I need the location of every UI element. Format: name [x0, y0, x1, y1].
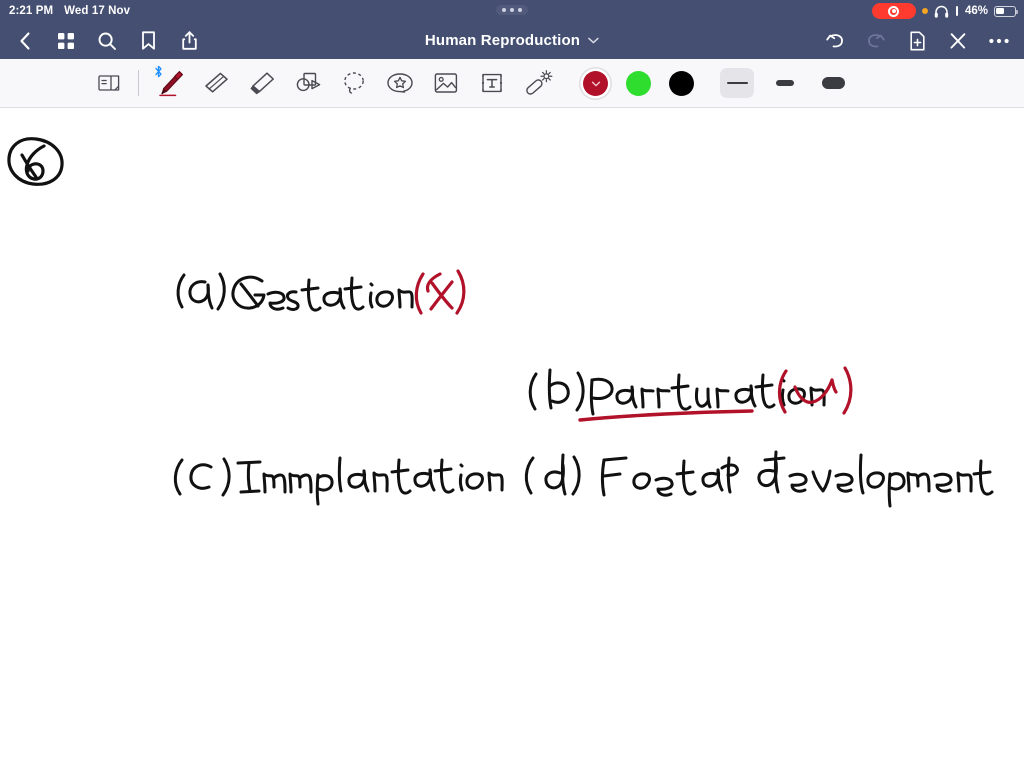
shapes-icon	[296, 72, 321, 92]
page-title: Human Reproduction	[424, 32, 581, 49]
page-card-icon	[98, 75, 120, 91]
note-canvas[interactable]: 6 (a) Gestation (b) Parturation (c) Impl…	[0, 108, 1024, 768]
redo-icon	[868, 33, 885, 47]
stroke-thick[interactable]	[816, 68, 850, 98]
star-badge-icon	[387, 73, 413, 93]
battery-icon	[994, 5, 1018, 17]
drawing-toolbar	[0, 59, 1024, 108]
record-dot	[891, 9, 896, 13]
chevron-down-icon	[588, 37, 599, 44]
bookmark-button[interactable]	[129, 24, 167, 58]
thumbnails-button[interactable]	[47, 24, 85, 58]
thick-line-icon	[821, 77, 845, 89]
status-bar: 2:21 PM Wed 17 Nov 46%	[0, 0, 1024, 22]
add-page-button[interactable]	[898, 24, 936, 58]
stroke-thin[interactable]	[720, 68, 754, 98]
headphones-icon	[934, 5, 949, 18]
pen-tool[interactable]	[147, 62, 193, 104]
magic-wand-tool[interactable]	[515, 62, 561, 104]
thin-line-icon	[726, 81, 748, 85]
sticker-tool[interactable]	[377, 62, 423, 104]
medium-line-icon	[776, 80, 794, 86]
navigation-bar: Human Reproduction	[0, 22, 1024, 59]
bluetooth-icon	[154, 65, 163, 83]
option-b-underline-ink	[578, 409, 754, 422]
highlighter-icon	[250, 72, 274, 95]
toolbar-tools	[0, 62, 850, 104]
image-icon	[434, 73, 458, 93]
chevron-down-icon	[591, 74, 600, 92]
lasso-select-tool[interactable]	[331, 62, 377, 104]
microphone-indicator-icon	[921, 8, 928, 14]
battery-fill	[996, 7, 1005, 15]
question-number-ink	[7, 137, 64, 186]
notes-app-window: 2:21 PM Wed 17 Nov 46% Human Reproductio…	[0, 0, 1024, 768]
screen-recording-icon[interactable]	[871, 3, 916, 19]
handle-dot	[502, 8, 506, 12]
text-box-icon	[481, 73, 503, 93]
bar-indicator-icon	[955, 6, 958, 16]
redo-button[interactable]	[857, 24, 895, 58]
document-title-button[interactable]: Human Reproduction	[425, 32, 599, 49]
ellipsis-icon	[989, 38, 1009, 43]
color-dark-red[interactable]	[583, 70, 608, 96]
status-date: Wed 17 Nov	[64, 5, 131, 17]
close-x-icon	[950, 32, 966, 49]
undo-icon	[826, 33, 843, 47]
back-button[interactable]	[6, 24, 44, 58]
grid-icon	[58, 32, 74, 49]
highlighter-tool[interactable]	[239, 62, 285, 104]
stroke-width-group	[720, 68, 850, 98]
close-button[interactable]	[939, 24, 977, 58]
bookmark-icon	[141, 31, 155, 50]
handle-dot	[518, 8, 522, 12]
status-time: 2:21 PM	[9, 5, 54, 17]
nav-right-group	[816, 24, 1018, 58]
nav-left-group	[0, 24, 208, 58]
multitask-handle[interactable]	[496, 5, 528, 15]
document-plus-icon	[909, 31, 925, 50]
chevron-left-icon	[20, 31, 30, 50]
share-icon	[181, 31, 197, 50]
search-icon	[98, 32, 116, 50]
color-swatches	[583, 70, 694, 96]
search-button[interactable]	[88, 24, 126, 58]
color-green[interactable]	[626, 70, 651, 96]
eraser-tool[interactable]	[193, 62, 239, 104]
page-flip-tool[interactable]	[86, 62, 132, 104]
battery-percent: 46%	[964, 5, 988, 17]
lasso-icon	[344, 72, 364, 94]
shapes-tool[interactable]	[285, 62, 331, 104]
option-a-cross-mark-ink	[414, 269, 466, 315]
stroke-medium[interactable]	[768, 68, 802, 98]
status-bar-right: 46%	[871, 0, 1018, 22]
record-ring	[888, 5, 900, 17]
more-button[interactable]	[980, 24, 1018, 58]
magic-wand-icon	[526, 70, 553, 95]
share-button[interactable]	[170, 24, 208, 58]
color-black[interactable]	[669, 70, 694, 96]
option-a-ink	[176, 272, 414, 312]
undo-button[interactable]	[816, 24, 854, 58]
status-bar-left: 2:21 PM Wed 17 Nov	[0, 5, 130, 17]
handwritten-ink-layer	[7, 137, 994, 508]
toolbar-divider	[138, 70, 139, 96]
option-c-ink	[173, 456, 504, 506]
option-d-ink	[524, 450, 994, 508]
image-tool[interactable]	[423, 62, 469, 104]
handle-dot	[510, 8, 514, 12]
text-box-tool[interactable]	[469, 62, 515, 104]
eraser-icon	[205, 72, 228, 93]
